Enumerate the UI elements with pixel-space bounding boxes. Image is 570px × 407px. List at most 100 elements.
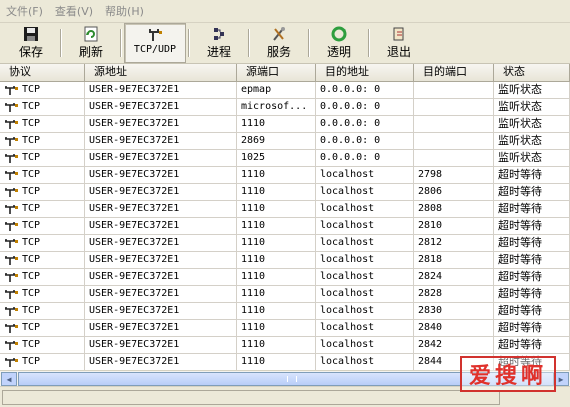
protocol-text: TCP <box>22 152 41 163</box>
column-header-destination-port[interactable]: 目的端口 <box>414 64 494 81</box>
table-row[interactable]: TCP USER-9E7EC372E1 1110 localhost 2806 超时等待 <box>0 184 570 201</box>
table-row[interactable]: TCP USER-9E7EC372E1 1110 localhost 2812 超时等待 <box>0 235 570 252</box>
exit-button[interactable]: 退出 <box>372 23 426 63</box>
cell-source-address: USER-9E7EC372E1 <box>85 337 237 354</box>
tcp-udp-button[interactable]: TCP/UDP <box>124 23 186 63</box>
cell-destination-port: 2824 <box>414 269 494 286</box>
cell-destination-address: localhost <box>316 337 414 354</box>
table-row[interactable]: TCP USER-9E7EC372E1 1110 localhost 2842 超时等待 <box>0 337 570 354</box>
column-header-protocol[interactable]: 协议 <box>0 64 85 81</box>
connection-table: 协议 源地址 源端口 目的地址 目的端口 状态 TCP USER-9E7EC372… <box>0 64 570 370</box>
table-row[interactable]: TCP USER-9E7EC372E1 1110 0.0.0.0: 0 监听状态 <box>0 116 570 133</box>
cell-source-port: microsof... <box>237 99 316 116</box>
cell-source-address: USER-9E7EC372E1 <box>85 252 237 269</box>
table-body: TCP USER-9E7EC372E1 epmap 0.0.0.0: 0 监听状态 TCP… <box>0 82 570 370</box>
plug-icon <box>5 306 18 316</box>
cell-destination-address: localhost <box>316 218 414 235</box>
cell-source-address: USER-9E7EC372E1 <box>85 354 237 370</box>
cell-source-address: USER-9E7EC372E1 <box>85 269 237 286</box>
cell-state: 超时等待 <box>494 269 570 286</box>
cell-destination-address: localhost <box>316 201 414 218</box>
table-header: 协议 源地址 源端口 目的地址 目的端口 状态 <box>0 64 570 82</box>
process-button[interactable]: 进程 <box>192 23 246 63</box>
cell-source-address: USER-9E7EC372E1 <box>85 82 237 99</box>
refresh-icon <box>84 26 98 42</box>
table-row[interactable]: TCP USER-9E7EC372E1 epmap 0.0.0.0: 0 监听状态 <box>0 82 570 99</box>
cell-source-address: USER-9E7EC372E1 <box>85 235 237 252</box>
column-header-state[interactable]: 状态 <box>494 64 570 81</box>
column-header-source-port[interactable]: 源端口 <box>237 64 316 81</box>
cell-state: 监听状态 <box>494 99 570 116</box>
toolbar-separator <box>60 29 62 57</box>
cell-destination-address: 0.0.0.0: 0 <box>316 82 414 99</box>
table-row[interactable]: TCP USER-9E7EC372E1 2869 0.0.0.0: 0 监听状态 <box>0 133 570 150</box>
tcp-udp-label: TCP/UDP <box>133 44 177 55</box>
table-row[interactable]: TCP USER-9E7EC372E1 microsof... 0.0.0.0: 0 监… <box>0 99 570 116</box>
protocol-text: TCP <box>22 254 41 265</box>
service-button[interactable]: 服务 <box>252 23 306 63</box>
cell-destination-address: localhost <box>316 252 414 269</box>
cell-destination-port: 2818 <box>414 252 494 269</box>
column-header-source-address[interactable]: 源地址 <box>85 64 237 81</box>
network-plug-icon <box>149 29 162 41</box>
toolbar: 保存 刷新 TCP/UDP 进程 服务 透明 退出 <box>0 23 570 64</box>
exit-door-icon <box>393 27 404 41</box>
cell-protocol: TCP <box>0 99 85 116</box>
cell-protocol: TCP <box>0 354 85 370</box>
service-label: 服务 <box>266 45 291 59</box>
scroll-left-button[interactable]: ◀ <box>1 372 17 386</box>
cell-source-port: 1110 <box>237 167 316 184</box>
status-panel <box>2 390 500 405</box>
cell-destination-port: 2808 <box>414 201 494 218</box>
plug-icon <box>5 221 18 231</box>
plug-icon <box>5 255 18 265</box>
cell-source-port: 2869 <box>237 133 316 150</box>
cell-protocol: TCP <box>0 337 85 354</box>
plug-icon <box>5 119 18 129</box>
table-row[interactable]: TCP USER-9E7EC372E1 1110 localhost 2810 超时等待 <box>0 218 570 235</box>
table-row[interactable]: TCP USER-9E7EC372E1 1110 localhost 2828 超时等待 <box>0 286 570 303</box>
menu-file[interactable]: 文件(F) <box>6 3 43 19</box>
plug-icon <box>5 340 18 350</box>
table-row[interactable]: TCP USER-9E7EC372E1 1025 0.0.0.0: 0 监听状态 <box>0 150 570 167</box>
cell-destination-address: 0.0.0.0: 0 <box>316 116 414 133</box>
cell-destination-port: 2812 <box>414 235 494 252</box>
table-row[interactable]: TCP USER-9E7EC372E1 1110 localhost 2830 超时等待 <box>0 303 570 320</box>
menu-bar: 文件(F) 查看(V) 帮助(H) <box>0 0 570 23</box>
protocol-text: TCP <box>22 220 41 231</box>
protocol-text: TCP <box>22 356 41 367</box>
table-row[interactable]: TCP USER-9E7EC372E1 1110 localhost 2808 超时等待 <box>0 201 570 218</box>
refresh-button[interactable]: 刷新 <box>64 23 118 63</box>
cell-destination-address: localhost <box>316 354 414 370</box>
cell-destination-port <box>414 150 494 167</box>
cell-source-port: 1110 <box>237 184 316 201</box>
plug-icon <box>5 323 18 333</box>
process-label: 进程 <box>206 45 231 59</box>
plug-icon <box>5 238 18 248</box>
menu-view[interactable]: 查看(V) <box>55 3 93 19</box>
table-row[interactable]: TCP USER-9E7EC372E1 1110 localhost 2824 超时等待 <box>0 269 570 286</box>
cell-state: 监听状态 <box>494 133 570 150</box>
transparent-label: 透明 <box>326 45 351 59</box>
cell-state: 超时等待 <box>494 337 570 354</box>
cell-destination-address: localhost <box>316 303 414 320</box>
table-row[interactable]: TCP USER-9E7EC372E1 1110 localhost 2798 超时等待 <box>0 167 570 184</box>
cell-state: 超时等待 <box>494 201 570 218</box>
cell-protocol: TCP <box>0 167 85 184</box>
plug-icon <box>5 136 18 146</box>
toolbar-separator <box>188 29 190 57</box>
cell-source-port: 1110 <box>237 218 316 235</box>
cell-source-address: USER-9E7EC372E1 <box>85 286 237 303</box>
cell-source-port: 1110 <box>237 320 316 337</box>
menu-help[interactable]: 帮助(H) <box>105 3 144 19</box>
cell-destination-port: 2840 <box>414 320 494 337</box>
transparent-button[interactable]: 透明 <box>312 23 366 63</box>
table-row[interactable]: TCP USER-9E7EC372E1 1110 localhost 2840 超时等待 <box>0 320 570 337</box>
cell-source-address: USER-9E7EC372E1 <box>85 150 237 167</box>
cell-state: 超时等待 <box>494 235 570 252</box>
refresh-label: 刷新 <box>78 45 103 59</box>
column-header-destination-address[interactable]: 目的地址 <box>316 64 414 81</box>
cell-destination-address: localhost <box>316 235 414 252</box>
table-row[interactable]: TCP USER-9E7EC372E1 1110 localhost 2818 超时等待 <box>0 252 570 269</box>
save-button[interactable]: 保存 <box>4 23 58 63</box>
